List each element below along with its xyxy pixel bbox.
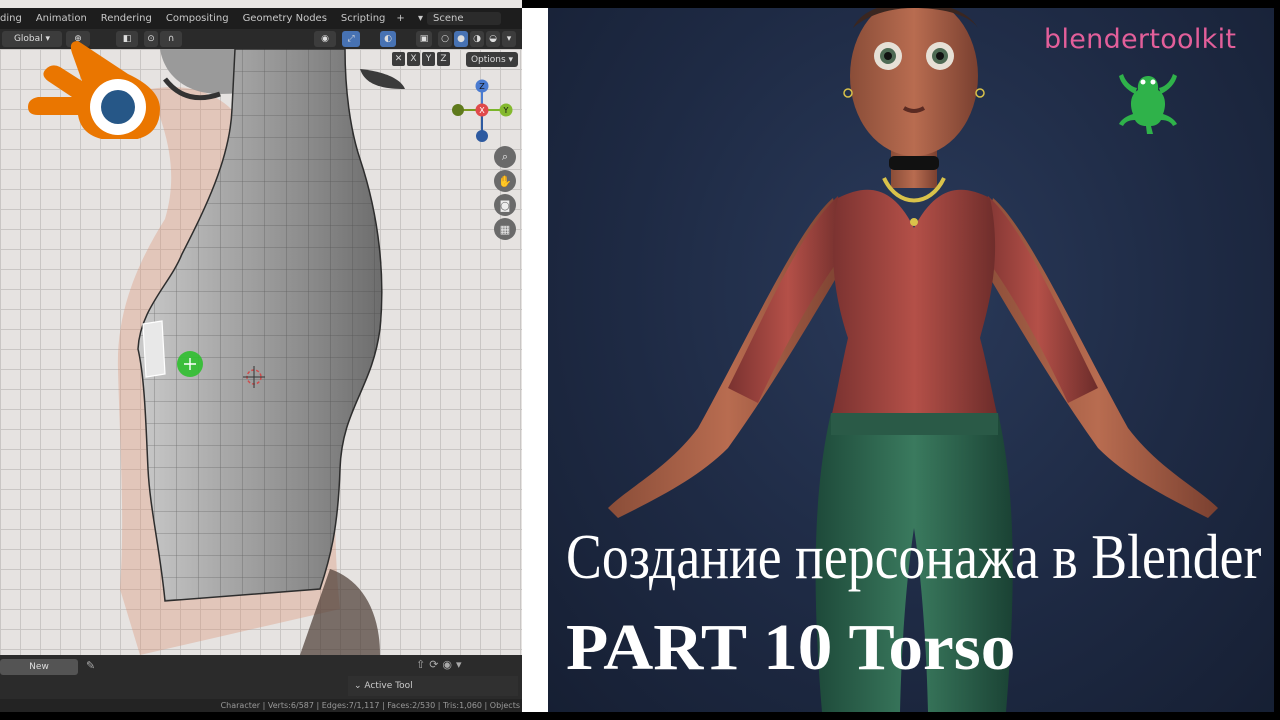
- toolbar-icons[interactable]: ⇧⟳◉▾: [416, 658, 466, 671]
- wireframe-shading-icon[interactable]: ○: [438, 31, 452, 47]
- thumbnail-title-line2: PART 10 Torso: [566, 611, 1016, 684]
- scene-icon: ▾: [418, 13, 424, 24]
- navigation-gizmo[interactable]: Z X Y: [446, 74, 518, 146]
- axis-z-toggle[interactable]: Z: [437, 52, 450, 66]
- tab-compositing[interactable]: Compositing: [159, 13, 236, 24]
- active-tool-label: Active Tool: [364, 681, 413, 691]
- axis-y-toggle[interactable]: Y: [422, 52, 435, 66]
- tab-geometry-nodes[interactable]: Geometry Nodes: [236, 13, 334, 24]
- gizmo-y-label: Y: [503, 106, 509, 115]
- shading-options-icon[interactable]: ▾: [502, 31, 516, 47]
- 3d-viewport[interactable]: Z X Y ⌕ ✋ ◙ ▦: [0, 41, 522, 655]
- brand-logo-text: blendertoolkit: [1044, 24, 1237, 55]
- overlay-toggle-icon[interactable]: ◐: [380, 31, 396, 47]
- solid-shading-icon[interactable]: ●: [454, 31, 468, 47]
- torso-mesh-render: [117, 49, 405, 655]
- scene-field[interactable]: Scene: [427, 12, 502, 25]
- options-dropdown[interactable]: Options ▾: [466, 52, 518, 67]
- camera-icon[interactable]: ◙: [494, 194, 516, 216]
- selected-faces: [142, 320, 166, 378]
- gizmo-toggle-icon[interactable]: ⤢: [342, 31, 360, 47]
- pin-icon[interactable]: ✎: [86, 659, 95, 672]
- add-workspace-button[interactable]: +: [392, 13, 408, 24]
- status-bar: Character | Verts:6/587 | Edges:7/1,117 …: [0, 699, 522, 712]
- xray-icon[interactable]: ▣: [416, 31, 432, 47]
- frog-logo-icon: [1119, 74, 1177, 134]
- axis-toggle-row: ✕ X Y Z: [392, 52, 450, 66]
- gizmo-x-label: X: [479, 106, 485, 115]
- new-button[interactable]: New: [0, 659, 78, 675]
- material-shading-icon[interactable]: ◑: [470, 31, 484, 47]
- collapse-chevron-icon: ⌄: [354, 681, 365, 691]
- rendered-shading-icon[interactable]: ◒: [486, 31, 500, 47]
- scene-selector[interactable]: ▾ Scene: [418, 10, 502, 27]
- axis-x-toggle[interactable]: X: [407, 52, 420, 66]
- zoom-icon[interactable]: ⌕: [494, 146, 516, 168]
- right-border: [1274, 0, 1280, 720]
- mirror-toggle-icon[interactable]: ✕: [392, 52, 405, 66]
- blender-window: ding Animation Rendering Compositing Geo…: [0, 0, 522, 712]
- ortho-grid-icon[interactable]: ▦: [494, 218, 516, 240]
- options-label: Options: [470, 54, 506, 65]
- tab-scripting[interactable]: Scripting: [334, 13, 392, 24]
- blender-logo: [28, 41, 160, 139]
- gizmo-z-label: Z: [479, 82, 485, 91]
- active-tool-panel[interactable]: ⌄ Active Tool: [348, 676, 518, 696]
- visibility-icon[interactable]: ◉: [314, 31, 336, 47]
- thumbnail-title-line1: Создание персонажа в Blender: [566, 521, 1262, 592]
- pan-hand-icon[interactable]: ✋: [494, 170, 516, 192]
